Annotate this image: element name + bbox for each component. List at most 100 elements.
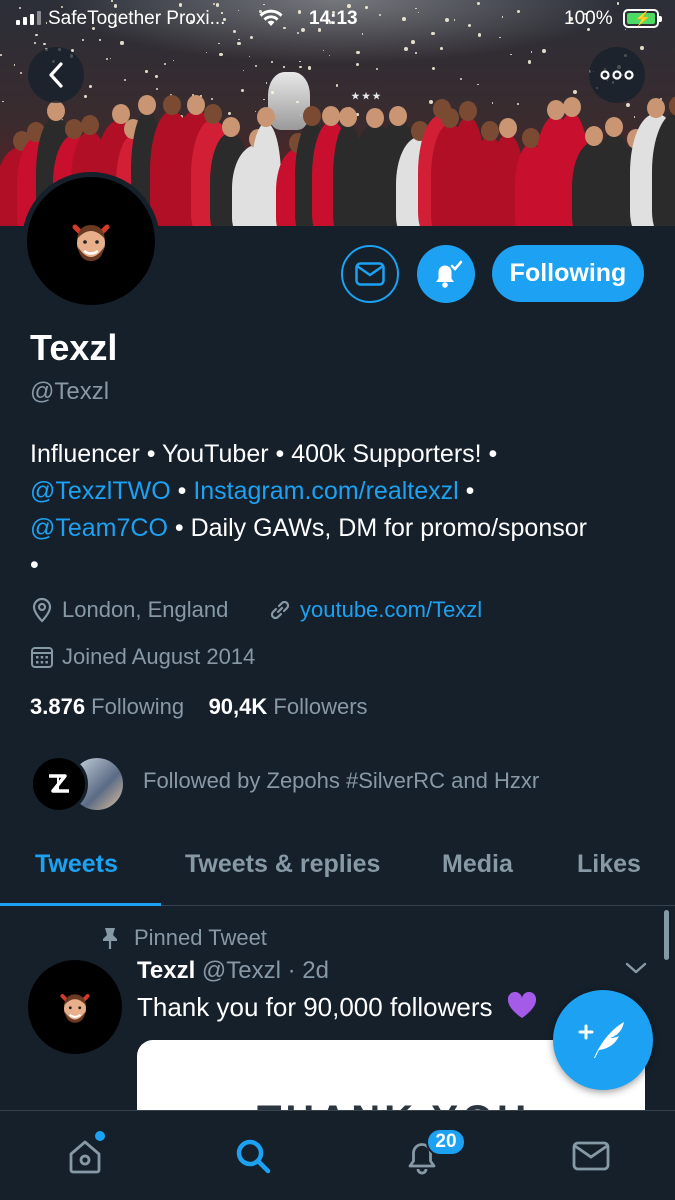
player-head	[546, 99, 565, 120]
following-count-link[interactable]: 3.876 Following	[30, 694, 184, 719]
more-options-button[interactable]	[589, 47, 645, 103]
confetti-sparkle	[459, 77, 462, 80]
confetti-sparkle	[84, 95, 87, 98]
follow-counts: 3.876 Following 90,4K Followers	[30, 694, 368, 720]
nav-search[interactable]	[228, 1131, 278, 1181]
confetti-sparkle	[173, 59, 175, 61]
mail-icon	[355, 262, 385, 286]
nav-messages[interactable]	[566, 1131, 616, 1181]
active-tab-indicator	[0, 903, 161, 906]
confetti-sparkle	[105, 57, 109, 61]
confetti-sparkle	[19, 72, 22, 74]
zepohs-logo-icon	[49, 774, 69, 793]
confetti-sparkle	[356, 113, 360, 116]
bio-instagram-link[interactable]: Instagram.com/realtexzl	[193, 477, 458, 505]
mutual-followers-avatars[interactable]	[30, 755, 130, 813]
notifications-badge: 20	[426, 1128, 466, 1156]
confetti-sparkle	[206, 51, 208, 54]
confetti-sparkle	[124, 78, 127, 82]
player-head	[480, 121, 499, 142]
player-head	[138, 94, 157, 115]
display-name: Texzl	[30, 327, 118, 368]
tweet-options-button[interactable]	[624, 960, 648, 981]
bio-mention-team7co[interactable]: @Team7CO	[30, 514, 168, 542]
confetti-sparkle	[296, 100, 299, 104]
joined-row: Joined August 2014	[30, 644, 255, 670]
confetti-sparkle	[440, 46, 443, 50]
confetti-sparkle	[14, 64, 16, 66]
tweet-body: Thank you for 90,000 followers	[137, 992, 493, 1022]
pinned-indicator: Pinned Tweet	[100, 925, 267, 951]
message-button[interactable]	[341, 245, 399, 303]
home-icon	[69, 1140, 101, 1174]
notifications-toggle-button[interactable]	[417, 245, 475, 303]
bio-mention-texzltwo[interactable]: @TexzlTWO	[30, 477, 171, 505]
following-count: 3.876	[30, 694, 86, 719]
avatar-zepohs	[30, 755, 88, 813]
bio-line-3: • Daily GAWs, DM for promo/sponsor	[167, 514, 587, 542]
website-row[interactable]: youtube.com/Texzl	[268, 597, 482, 623]
tab-likes[interactable]: Likes	[577, 850, 641, 879]
followers-label: Followers	[267, 694, 368, 719]
purple-heart-icon	[507, 991, 536, 1018]
location-pin-icon	[32, 597, 52, 623]
status-bar: SafeTogether Proxi... 14:13 100% ⚡	[0, 0, 675, 38]
location-row: London, England	[30, 597, 228, 623]
confetti-sparkle	[432, 66, 436, 70]
home-new-indicator	[95, 1131, 105, 1141]
confetti-sparkle	[510, 54, 512, 56]
compose-tweet-button[interactable]	[553, 990, 653, 1090]
tab-media[interactable]: Media	[442, 850, 513, 879]
battery-icon: ⚡	[623, 9, 662, 28]
confetti-sparkle	[530, 51, 532, 53]
profile-avatar[interactable]	[22, 172, 160, 310]
confetti-sparkle	[265, 82, 268, 84]
confetti-sparkle	[282, 66, 285, 68]
player-head	[46, 100, 65, 121]
confetti-sparkle	[249, 56, 251, 58]
confetti-sparkle	[299, 60, 301, 63]
confetti-sparkle	[242, 70, 244, 72]
tab-tweets-replies[interactable]: Tweets & replies	[185, 850, 380, 879]
cellular-signal-icon	[16, 11, 41, 25]
player-head	[187, 94, 206, 115]
player-head	[646, 97, 665, 118]
confetti-sparkle	[43, 42, 46, 46]
confetti-sparkle	[541, 49, 546, 54]
followers-count: 90,4K	[208, 694, 268, 719]
following-button[interactable]: Following	[492, 245, 644, 302]
back-button[interactable]	[28, 47, 84, 103]
player-head	[203, 104, 222, 125]
confetti-sparkle	[335, 84, 339, 87]
confetti-sparkle	[355, 63, 360, 67]
tweet-author-name[interactable]: Texzl	[137, 957, 195, 984]
confetti-sparkle	[263, 99, 265, 101]
tab-tweets[interactable]: Tweets	[35, 850, 118, 879]
more-dots-icon	[600, 70, 634, 80]
confetti-sparkle	[477, 83, 479, 86]
confetti-sparkle	[322, 49, 324, 52]
search-icon	[236, 1139, 271, 1174]
profile-bio: Influencer • YouTuber • 400k Supporters!…	[30, 436, 650, 584]
profile-location: London, England	[62, 597, 229, 622]
joined-date: Joined August 2014	[62, 644, 256, 669]
confetti-sparkle	[356, 50, 361, 55]
followers-count-link[interactable]: 90,4K Followers	[209, 694, 368, 719]
followed-by-text[interactable]: Followed by Zepohs #SilverRC and Hzxr	[143, 768, 539, 794]
player-head	[338, 106, 357, 127]
pinned-label: Pinned Tweet	[134, 925, 267, 950]
bio-line-1: Influencer • YouTuber • 400k Supporters!…	[30, 440, 498, 468]
confetti-sparkle	[572, 90, 577, 95]
confetti-sparkle	[254, 64, 257, 68]
confetti-sparkle	[633, 116, 636, 118]
confetti-sparkle	[238, 38, 240, 41]
confetti-sparkle	[428, 99, 433, 104]
scrollbar[interactable]	[664, 910, 669, 960]
profile-website-link[interactable]: youtube.com/Texzl	[300, 597, 482, 623]
messages-icon	[572, 1141, 610, 1171]
bio-line-4: •	[30, 551, 39, 579]
tweet-author-avatar[interactable]	[28, 960, 122, 1054]
confetti-sparkle	[271, 91, 274, 94]
confetti-sparkle	[156, 87, 159, 90]
player-head	[303, 105, 322, 126]
